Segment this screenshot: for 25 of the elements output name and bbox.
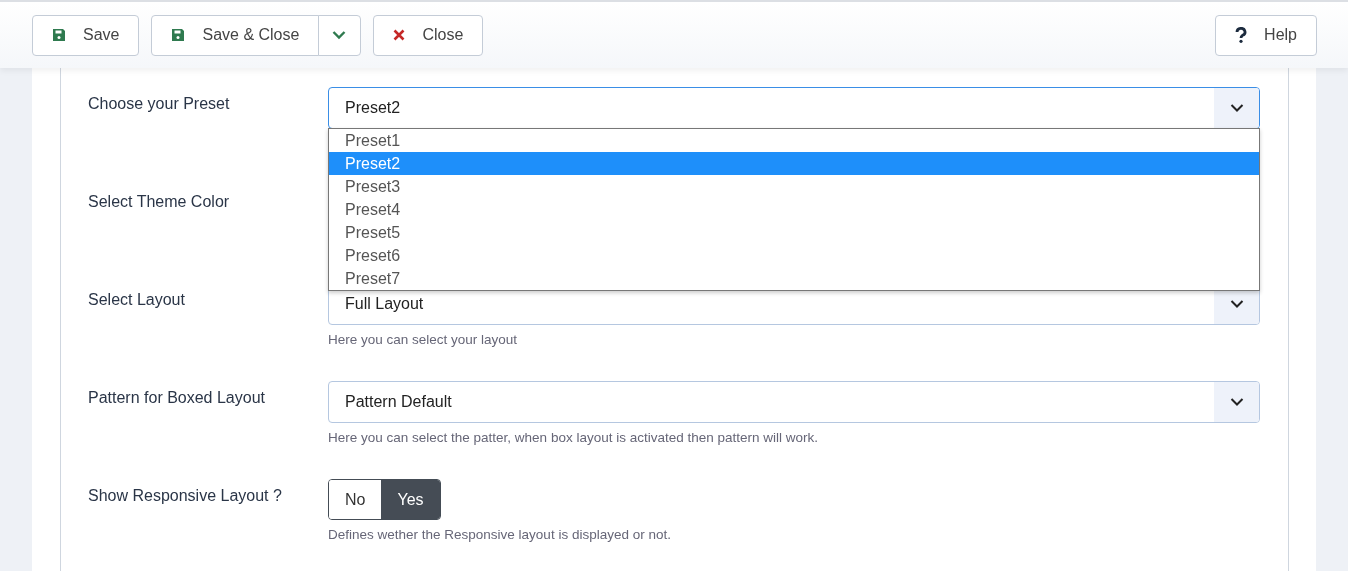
chevron-down-icon [1214,382,1259,422]
chevron-down-icon [332,30,347,40]
help-text: Here you can select your layout [328,332,518,347]
help-text: Here you can select the patter, when box layout is activated then pattern will work. [328,430,818,445]
dropdown-toggle-button[interactable] [318,14,362,56]
field-label: Select Theme Color [88,192,231,212]
field-label: Pattern for Boxed Layout [88,388,266,408]
close-button[interactable]: Close [373,14,484,56]
dropdown-option[interactable]: Preset6 [329,244,1259,267]
dropdown-option[interactable]: Preset1 [329,129,1259,152]
field-label: Show Responsive Layout ? [88,486,283,506]
save-button[interactable]: Save [32,14,140,56]
dropdown-option[interactable]: Preset5 [329,221,1259,244]
field-label: Select Layout [88,290,186,310]
close-icon [393,29,406,41]
chevron-down-icon [1214,88,1259,128]
question-mark-icon [1235,27,1248,43]
help-text: Defines wether the Responsive layout is displayed or not. [328,527,671,542]
field-label: Choose your Preset [88,94,231,114]
save-close-button[interactable]: Save & Close [151,14,320,56]
dropdown-option[interactable]: Preset4 [329,198,1259,221]
help-button[interactable]: Help [1215,14,1317,56]
dropdown-option[interactable]: Preset3 [329,175,1259,198]
toggle-option[interactable]: Yes [381,480,440,519]
select-field[interactable]: Pattern Default [328,381,1260,423]
